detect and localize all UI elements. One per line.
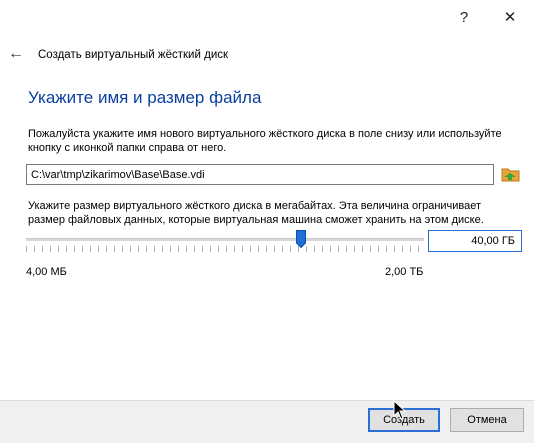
back-arrow-icon[interactable]: ←	[6, 44, 26, 64]
folder-icon	[501, 168, 520, 182]
size-input[interactable]	[428, 230, 522, 252]
file-path-input[interactable]	[26, 164, 494, 185]
slider-ticks	[26, 246, 424, 252]
choose-folder-button[interactable]	[500, 163, 522, 185]
slider-min-label: 4,00 МБ	[26, 266, 67, 278]
size-slider[interactable]	[26, 228, 424, 252]
mouse-cursor-icon	[393, 400, 407, 420]
title-bar: ? ✕	[0, 0, 534, 34]
slider-track[interactable]	[26, 238, 424, 241]
size-description: Укажите размер виртуального жёсткого дис…	[28, 200, 484, 226]
page-heading: Укажите имя и размер файла	[28, 88, 262, 107]
wizard-header: ← Создать виртуальный жёсткий диск	[0, 38, 534, 74]
slider-max-label: 2,00 ТБ	[385, 266, 424, 278]
dialog-title: Создать виртуальный жёсткий диск	[38, 49, 229, 61]
slider-handle[interactable]	[295, 230, 306, 248]
close-button[interactable]: ✕	[496, 6, 524, 28]
help-button[interactable]: ?	[450, 6, 478, 28]
cancel-button[interactable]: Отмена	[450, 408, 524, 432]
file-description: Пожалуйста укажите имя нового виртуально…	[28, 128, 502, 154]
